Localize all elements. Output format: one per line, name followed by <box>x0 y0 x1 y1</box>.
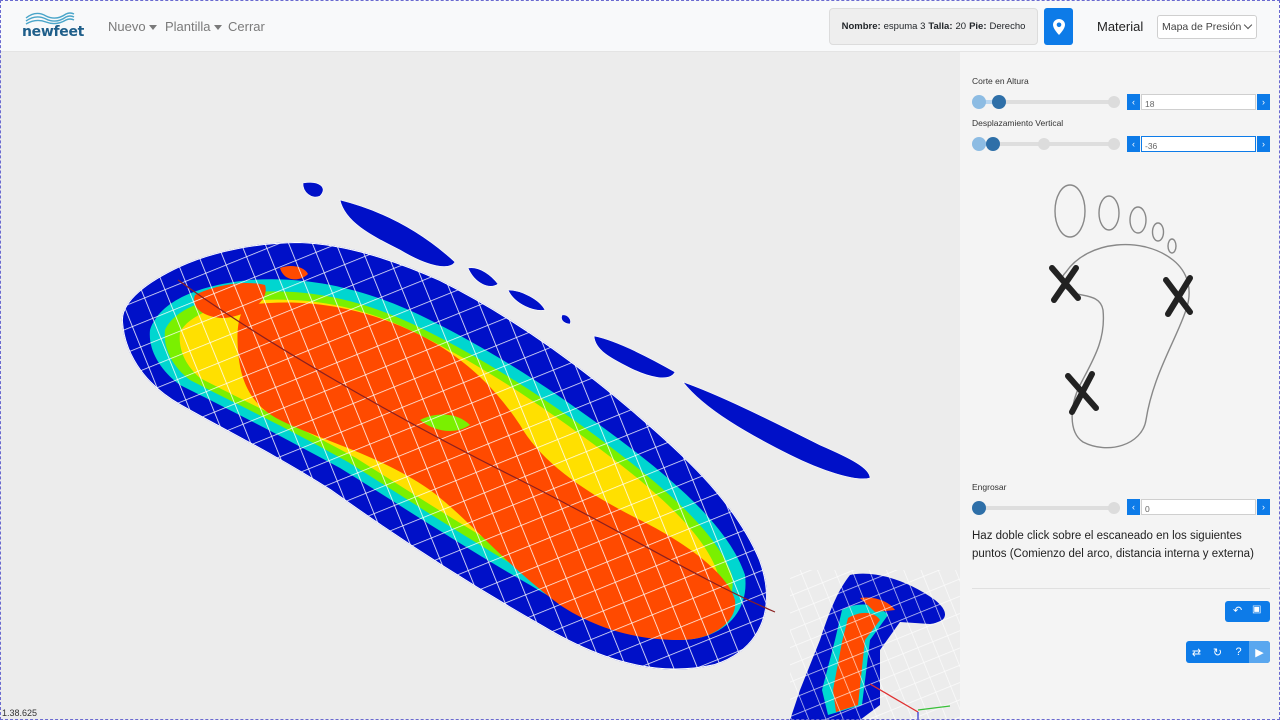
nav-plantilla[interactable]: Plantilla <box>165 19 222 34</box>
chevron-down-icon <box>1243 20 1253 30</box>
version-label: 1.38.625 <box>2 708 38 718</box>
desplazamiento-slider[interactable] <box>972 137 1120 151</box>
desplazamiento-value-field[interactable] <box>1141 136 1256 152</box>
logo-text: newfeet <box>22 24 85 40</box>
engrosar-number-input: ‹ › <box>1127 499 1270 515</box>
3d-viewport[interactable] <box>0 52 960 720</box>
talla-label: Talla: <box>928 21 953 32</box>
desplazamiento-thumb-max[interactable] <box>1108 138 1120 150</box>
play-icon[interactable]: ▶ <box>1249 641 1270 663</box>
view-toolbar: ⇄ ↻ ? ▶ <box>1186 641 1270 663</box>
pressure-map-scan[interactable] <box>0 52 960 720</box>
scan-info-box: Nombre: espuma 3 Talla: 20 Pie: Derecho <box>829 8 1038 45</box>
talla-value: 20 <box>955 21 967 32</box>
corte-value-field[interactable] <box>1141 94 1256 110</box>
panel-divider <box>972 588 1270 589</box>
corte-slider[interactable] <box>972 95 1120 109</box>
material-select-value: Mapa de Presión <box>1162 21 1242 33</box>
corte-thumb[interactable] <box>992 95 1006 109</box>
engrosar-thumb-max[interactable] <box>1108 502 1120 514</box>
instruction-text: Haz doble click sobre el escaneado en lo… <box>972 530 1254 560</box>
undo-save-buttons[interactable]: ↶ ▣ <box>1225 601 1270 622</box>
nombre-value: espuma 3 <box>883 21 926 32</box>
desplazamiento-number-input: ‹ › <box>1127 136 1270 152</box>
nombre-label: Nombre: <box>841 21 881 32</box>
refresh-icon[interactable]: ↻ <box>1207 641 1228 663</box>
material-label: Material <box>1097 19 1144 34</box>
desplazamiento-thumb-min[interactable] <box>972 137 986 151</box>
nav-nuevo-label: Nuevo <box>108 19 146 34</box>
corte-thumb-max[interactable] <box>1108 96 1120 108</box>
caret-down-icon <box>213 25 222 31</box>
engrosar-slider[interactable] <box>972 501 1120 515</box>
chevron-left-icon[interactable]: ‹ <box>1127 136 1140 152</box>
chevron-right-icon[interactable]: › <box>1257 136 1270 152</box>
corte-number-input: ‹ › <box>1127 94 1270 110</box>
desplazamiento-thumb-mid[interactable] <box>1038 138 1050 150</box>
help-icon[interactable]: ? <box>1228 641 1249 663</box>
chevron-right-icon[interactable]: › <box>1257 499 1270 515</box>
top-navbar: newfeet Nuevo Plantilla Cerrar Nombre: e… <box>0 0 1280 52</box>
nav-cerrar-label: Cerrar <box>228 19 265 34</box>
location-button[interactable] <box>1044 8 1073 45</box>
side-panel: Corte en Altura ‹ › Desplazamiento Verti… <box>960 52 1280 720</box>
desplazamiento-label: Desplazamiento Vertical <box>972 118 1064 128</box>
swap-icon[interactable]: ⇄ <box>1186 641 1207 663</box>
caret-down-icon <box>148 25 157 31</box>
pie-label: Pie: <box>969 21 987 32</box>
nav-plantilla-label: Plantilla <box>165 19 211 34</box>
chevron-left-icon[interactable]: ‹ <box>1127 94 1140 110</box>
foot-points-illustration <box>1049 184 1193 449</box>
pie-value: Derecho <box>989 21 1026 32</box>
logo[interactable]: newfeet <box>22 8 85 44</box>
engrosar-thumb[interactable] <box>972 501 986 515</box>
desplazamiento-thumb[interactable] <box>986 137 1000 151</box>
chevron-right-icon[interactable]: › <box>1257 94 1270 110</box>
corte-thumb-min[interactable] <box>972 95 986 109</box>
material-select[interactable]: Mapa de Presión <box>1157 15 1257 39</box>
chevron-left-icon[interactable]: ‹ <box>1127 499 1140 515</box>
side-view-piece <box>790 570 960 720</box>
corte-label: Corte en Altura <box>972 76 1029 86</box>
undo-icon[interactable]: ↶ <box>1233 604 1242 617</box>
map-pin-icon <box>1052 18 1065 35</box>
nav-cerrar[interactable]: Cerrar <box>228 19 265 34</box>
nav-nuevo[interactable]: Nuevo <box>108 19 157 34</box>
engrosar-label: Engrosar <box>972 482 1007 492</box>
save-icon[interactable]: ▣ <box>1252 604 1261 615</box>
engrosar-value-field[interactable] <box>1141 499 1256 515</box>
